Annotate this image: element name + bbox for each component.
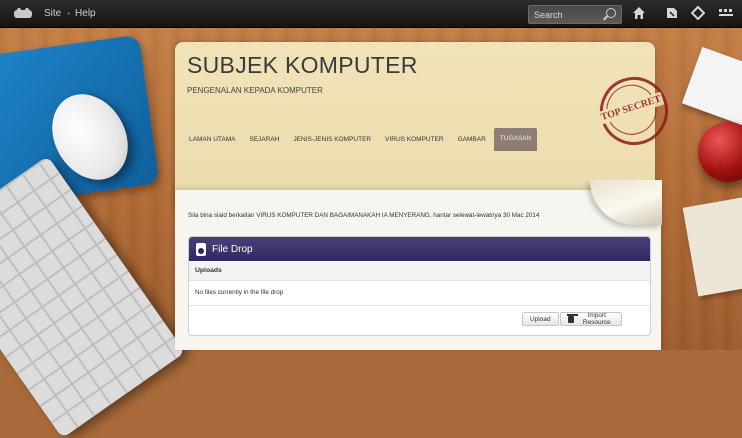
site-menu-link[interactable]: Site bbox=[44, 8, 61, 19]
tab-virus-komputer[interactable]: VIRUS KOMPUTER bbox=[379, 131, 450, 148]
home-icon[interactable] bbox=[631, 6, 647, 21]
file-drop-header: File Drop bbox=[189, 237, 650, 261]
keyboard-image bbox=[0, 155, 186, 438]
page-subtitle: PENGENALAN KEPADA KOMPUTER bbox=[187, 86, 323, 95]
nav-separator: • bbox=[67, 9, 71, 18]
upload-button-label: Upload bbox=[530, 315, 551, 323]
help-link[interactable]: Help bbox=[75, 8, 96, 19]
site-logo-icon[interactable] bbox=[14, 7, 32, 20]
import-resource-label: Import Resource bbox=[582, 312, 611, 326]
empty-message: No files currently in the file drop bbox=[189, 281, 650, 306]
tab-sejarah[interactable]: SEJARAH bbox=[243, 131, 285, 148]
file-drop-icon bbox=[196, 242, 206, 256]
search-input[interactable] bbox=[529, 9, 604, 20]
page-title: SUBJEK KOMPUTER bbox=[187, 52, 418, 78]
file-drop-panel: File Drop Uploads No files currently in … bbox=[188, 236, 651, 336]
paper-corner-image bbox=[682, 197, 742, 297]
apps-icon[interactable] bbox=[718, 6, 734, 21]
search-box bbox=[528, 5, 622, 24]
tab-laman-utama[interactable]: LAMAN UTAMA bbox=[183, 131, 241, 148]
share-icon[interactable] bbox=[690, 5, 706, 21]
tools-icon[interactable] bbox=[664, 6, 680, 21]
file-drop-actions: Upload Import Resource bbox=[189, 306, 650, 334]
import-resource-button[interactable]: Import Resource bbox=[560, 312, 622, 326]
box-icon bbox=[566, 313, 579, 323]
tab-gambar[interactable]: GAMBAR bbox=[452, 131, 492, 148]
assignment-notice: Sila bina slaid berkaitan VIRUS KOMPUTER… bbox=[188, 212, 540, 219]
uploads-heading: Uploads bbox=[189, 261, 650, 281]
upload-button[interactable]: Upload bbox=[522, 312, 559, 326]
apple-image bbox=[698, 122, 742, 182]
top-navigation-bar: Site • Help bbox=[0, 0, 742, 28]
search-icon[interactable] bbox=[606, 8, 616, 18]
tab-tugasan[interactable]: TUGASAN bbox=[493, 128, 538, 151]
paper-image bbox=[681, 46, 742, 128]
section-tabs: LAMAN UTAMA SEJARAH JENIS-JENIS KOMPUTER… bbox=[183, 128, 539, 151]
tab-jenis-jenis-komputer[interactable]: JENIS-JENIS KOMPUTER bbox=[287, 131, 377, 148]
stamp-text: TOP SECRET bbox=[597, 91, 665, 125]
file-drop-title: File Drop bbox=[212, 243, 253, 255]
